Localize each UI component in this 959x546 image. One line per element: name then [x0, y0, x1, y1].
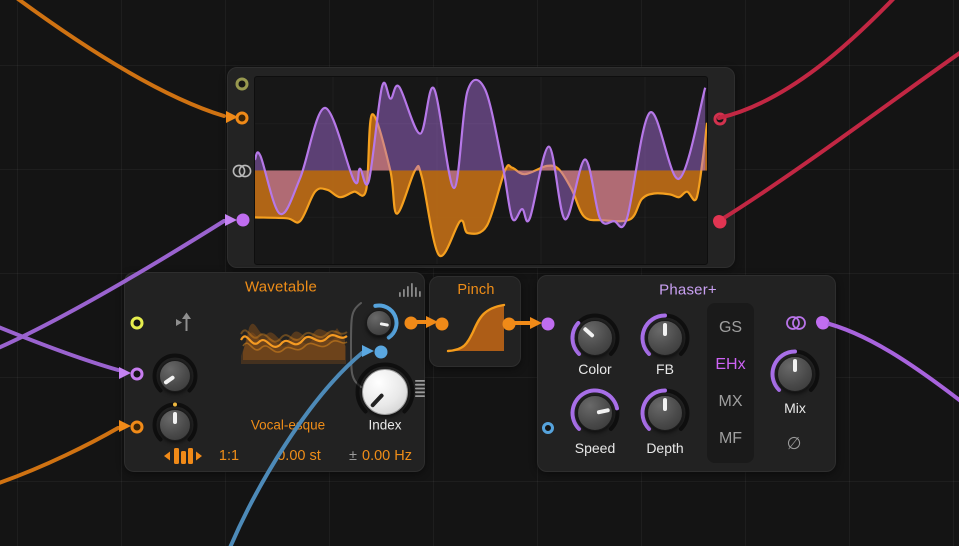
phaser-color-knob[interactable]	[568, 311, 622, 365]
scope-waveform-display	[254, 76, 708, 265]
wavetable-module[interactable]: Wavetable	[124, 272, 425, 472]
wavetable-3d-preview[interactable]	[239, 294, 349, 372]
phaser-fb-knob[interactable]	[638, 311, 692, 365]
phaser-stereo-icon[interactable]	[784, 316, 808, 331]
phaser-color-label: Color	[578, 361, 611, 377]
stereo-icon	[231, 164, 253, 178]
phaser-mode-gs[interactable]: GS	[719, 319, 742, 337]
phaser-mix-label: Mix	[784, 400, 806, 416]
wt-index-knob[interactable]	[353, 360, 417, 424]
scope-output-port-1[interactable]	[714, 113, 727, 126]
wt-index-label: Index	[368, 418, 401, 433]
scope-input-port-1[interactable]	[236, 112, 249, 125]
wt-mod-port-1[interactable]	[131, 368, 144, 381]
scope-sync-port[interactable]	[236, 78, 249, 91]
wt-index-mod-in-port[interactable]	[375, 346, 388, 359]
pinch-title: Pinch	[457, 282, 494, 298]
wt-index-mod-knob[interactable]	[357, 301, 401, 345]
scope-input-port-2[interactable]	[237, 214, 250, 227]
phaser-mode-ehx[interactable]: EHx	[715, 356, 745, 374]
phaser-speed-mod-port[interactable]	[542, 422, 554, 434]
grid-patcher-canvas[interactable]: Wavetable	[0, 0, 959, 546]
wt-gate-port[interactable]	[131, 317, 144, 330]
pinch-curve	[446, 301, 508, 355]
wt-mod-port-2[interactable]	[131, 421, 144, 434]
cable-purple-to-wavetable	[0, 326, 118, 370]
pitch-trigger-icon	[175, 312, 193, 332]
wt-tilt-knob[interactable]	[150, 400, 200, 450]
wt-tune-plusminus[interactable]: ±	[349, 448, 357, 464]
scope-waveform-svg	[255, 77, 707, 264]
wavetable-preset-name[interactable]: Vocal-esque	[251, 418, 325, 433]
wt-shape-knob[interactable]	[150, 351, 200, 401]
phaser-depth-label: Depth	[646, 440, 683, 456]
phase-invert-toggle[interactable]: ∅	[787, 434, 802, 454]
phaser-speed-knob[interactable]	[568, 386, 622, 440]
wt-ratio-value[interactable]: 1:1	[219, 448, 239, 464]
wt-tune-hz-value[interactable]: 0.00 Hz	[362, 448, 412, 464]
phaser-depth-knob[interactable]	[638, 386, 692, 440]
cable-orange-to-scope	[14, 0, 224, 116]
phaser-in-port[interactable]	[542, 318, 555, 331]
phaser-speed-label: Speed	[575, 440, 615, 456]
phaser-module[interactable]: Phaser+ Color FB Speed Depth GS EHx MX MF M…	[537, 275, 836, 472]
cable-purple-from-phaser	[822, 322, 959, 402]
keyboard-transpose-icon[interactable]	[163, 447, 203, 465]
phaser-fb-label: FB	[656, 361, 674, 377]
phaser-title: Phaser+	[659, 282, 717, 299]
pinch-module[interactable]: Pinch	[429, 276, 521, 367]
pinch-in-port[interactable]	[436, 318, 449, 331]
phaser-mode-mf[interactable]: MF	[719, 430, 742, 448]
spectrum-bars-icon[interactable]	[398, 283, 424, 297]
phaser-mode-selector[interactable]: GS EHx MX MF	[707, 303, 754, 463]
scope-output-port-2[interactable]	[714, 216, 727, 229]
pinch-out-port[interactable]	[503, 318, 516, 331]
wt-tune-st-value[interactable]: 0.00 st	[277, 448, 321, 464]
oscilloscope-module[interactable]	[227, 67, 735, 268]
phaser-mode-mx[interactable]: MX	[719, 393, 743, 411]
wavetable-title: Wavetable	[245, 279, 317, 296]
cable-orange-to-wavetable	[0, 428, 118, 484]
index-steps-icon	[414, 380, 426, 398]
cable-red-bottom	[719, 50, 959, 221]
cable-red-top	[719, 0, 898, 118]
wt-out-port[interactable]	[405, 317, 418, 330]
phaser-mix-knob[interactable]	[768, 347, 822, 401]
phaser-out-port[interactable]	[817, 317, 830, 330]
